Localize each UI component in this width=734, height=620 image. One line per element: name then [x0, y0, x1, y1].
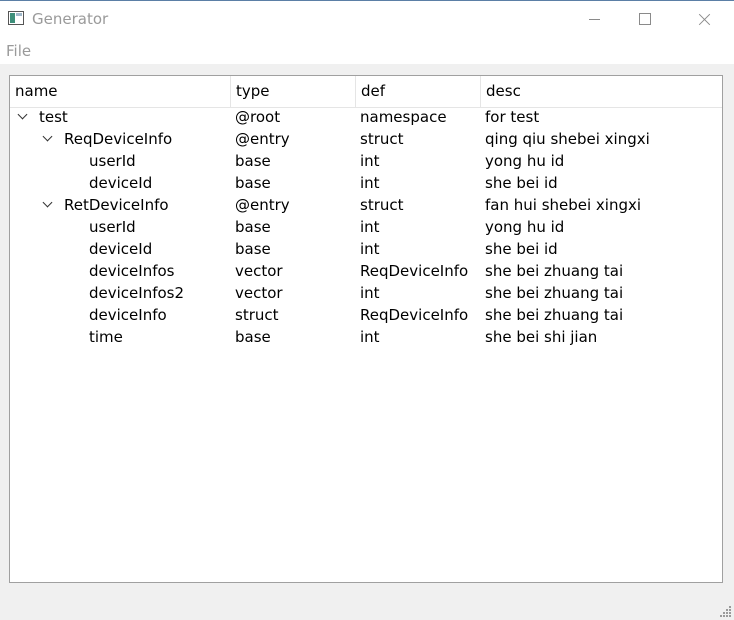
tree-row[interactable]: ReqDeviceInfo @entry struct qing qiu shebei…	[10, 128, 722, 150]
tree-row[interactable]: deviceInfos2 vector int she bei zhuang tai	[10, 282, 722, 304]
tree-row[interactable]: deviceInfos vector ReqDeviceInfo she bei zh…	[10, 260, 722, 282]
row-type-cell: vector	[235, 284, 283, 302]
tree-row[interactable]: userId base int yong hu id	[10, 150, 722, 172]
row-desc-cell: she bei zhuang tai	[485, 306, 624, 324]
row-name-cell: deviceId	[89, 240, 153, 258]
row-name-cell: userId	[89, 152, 136, 170]
column-header-desc[interactable]: desc	[481, 76, 722, 107]
row-name-cell: deviceId	[89, 174, 153, 192]
row-def-cell: ReqDeviceInfo	[360, 262, 469, 280]
row-desc-cell: she bei shi jian	[485, 328, 598, 346]
row-def-cell: int	[360, 240, 380, 258]
row-type-cell: base	[235, 328, 271, 346]
column-header-type[interactable]: type	[231, 76, 356, 107]
expand-arrow-icon[interactable]	[42, 131, 53, 142]
row-type-cell: base	[235, 240, 271, 258]
tree-row[interactable]: userId base int yong hu id	[10, 216, 722, 238]
row-def-cell: struct	[360, 130, 404, 148]
tree-row[interactable]: deviceInfo struct ReqDeviceInfo she bei zhu…	[10, 304, 722, 326]
tree-row[interactable]: deviceId base int she bei id	[10, 172, 722, 194]
row-desc-cell: she bei zhuang tai	[485, 262, 624, 280]
row-def-cell: int	[360, 328, 380, 346]
row-type-cell: base	[235, 218, 271, 236]
row-desc-cell: she bei id	[485, 240, 558, 258]
row-desc-cell: yong hu id	[485, 152, 565, 170]
row-type-cell: struct	[235, 306, 279, 324]
row-def-cell: ReqDeviceInfo	[360, 306, 469, 324]
close-button[interactable]	[681, 1, 727, 38]
row-name-cell: time	[89, 328, 123, 346]
menu-file[interactable]: File	[6, 42, 31, 60]
tree-header: name type def desc	[10, 76, 722, 108]
app-window-icon	[8, 11, 24, 25]
row-def-cell: namespace	[360, 108, 447, 126]
row-type-cell: @entry	[235, 130, 290, 148]
row-def-cell: int	[360, 218, 380, 236]
expand-arrow-icon[interactable]	[17, 109, 28, 120]
column-header-def[interactable]: def	[356, 76, 481, 107]
resize-grip-icon[interactable]	[720, 606, 732, 618]
row-def-cell: int	[360, 174, 380, 192]
title-bar[interactable]: Generator	[0, 0, 734, 38]
row-name-cell: userId	[89, 218, 136, 236]
row-type-cell: vector	[235, 262, 283, 280]
menu-bar: File	[0, 38, 734, 64]
row-name-cell: RetDeviceInfo	[64, 196, 169, 214]
maximize-button[interactable]	[622, 1, 668, 38]
row-def-cell: int	[360, 284, 380, 302]
row-name-cell: ReqDeviceInfo	[64, 130, 173, 148]
row-type-cell: base	[235, 174, 271, 192]
row-name-cell: deviceInfos	[89, 262, 175, 280]
row-name-cell: test	[39, 108, 68, 126]
row-desc-cell: qing qiu shebei xingxi	[485, 130, 650, 148]
tree-view[interactable]: name type def desc test @root namespace for…	[9, 75, 723, 583]
row-desc-cell: for test	[485, 108, 540, 126]
row-desc-cell: yong hu id	[485, 218, 565, 236]
row-type-cell: base	[235, 152, 271, 170]
row-type-cell: @root	[235, 108, 281, 126]
tree-row[interactable]: deviceId base int she bei id	[10, 238, 722, 260]
row-def-cell: int	[360, 152, 380, 170]
tree-row[interactable]: test @root namespace for test	[10, 106, 722, 128]
row-desc-cell: she bei id	[485, 174, 558, 192]
expand-arrow-icon[interactable]	[42, 197, 53, 208]
minimize-button[interactable]	[572, 1, 618, 38]
row-desc-cell: fan hui shebei xingxi	[485, 196, 642, 214]
row-name-cell: deviceInfos2	[89, 284, 185, 302]
generator-window: Generator File name type def desc test @r…	[0, 0, 734, 620]
tree-row[interactable]: RetDeviceInfo @entry struct fan hui shebei …	[10, 194, 722, 216]
window-title: Generator	[32, 10, 109, 28]
tree-row[interactable]: time base int she bei shi jian	[10, 326, 722, 348]
row-desc-cell: she bei zhuang tai	[485, 284, 624, 302]
row-name-cell: deviceInfo	[89, 306, 167, 324]
row-def-cell: struct	[360, 196, 404, 214]
column-header-name[interactable]: name	[10, 76, 231, 107]
row-type-cell: @entry	[235, 196, 290, 214]
